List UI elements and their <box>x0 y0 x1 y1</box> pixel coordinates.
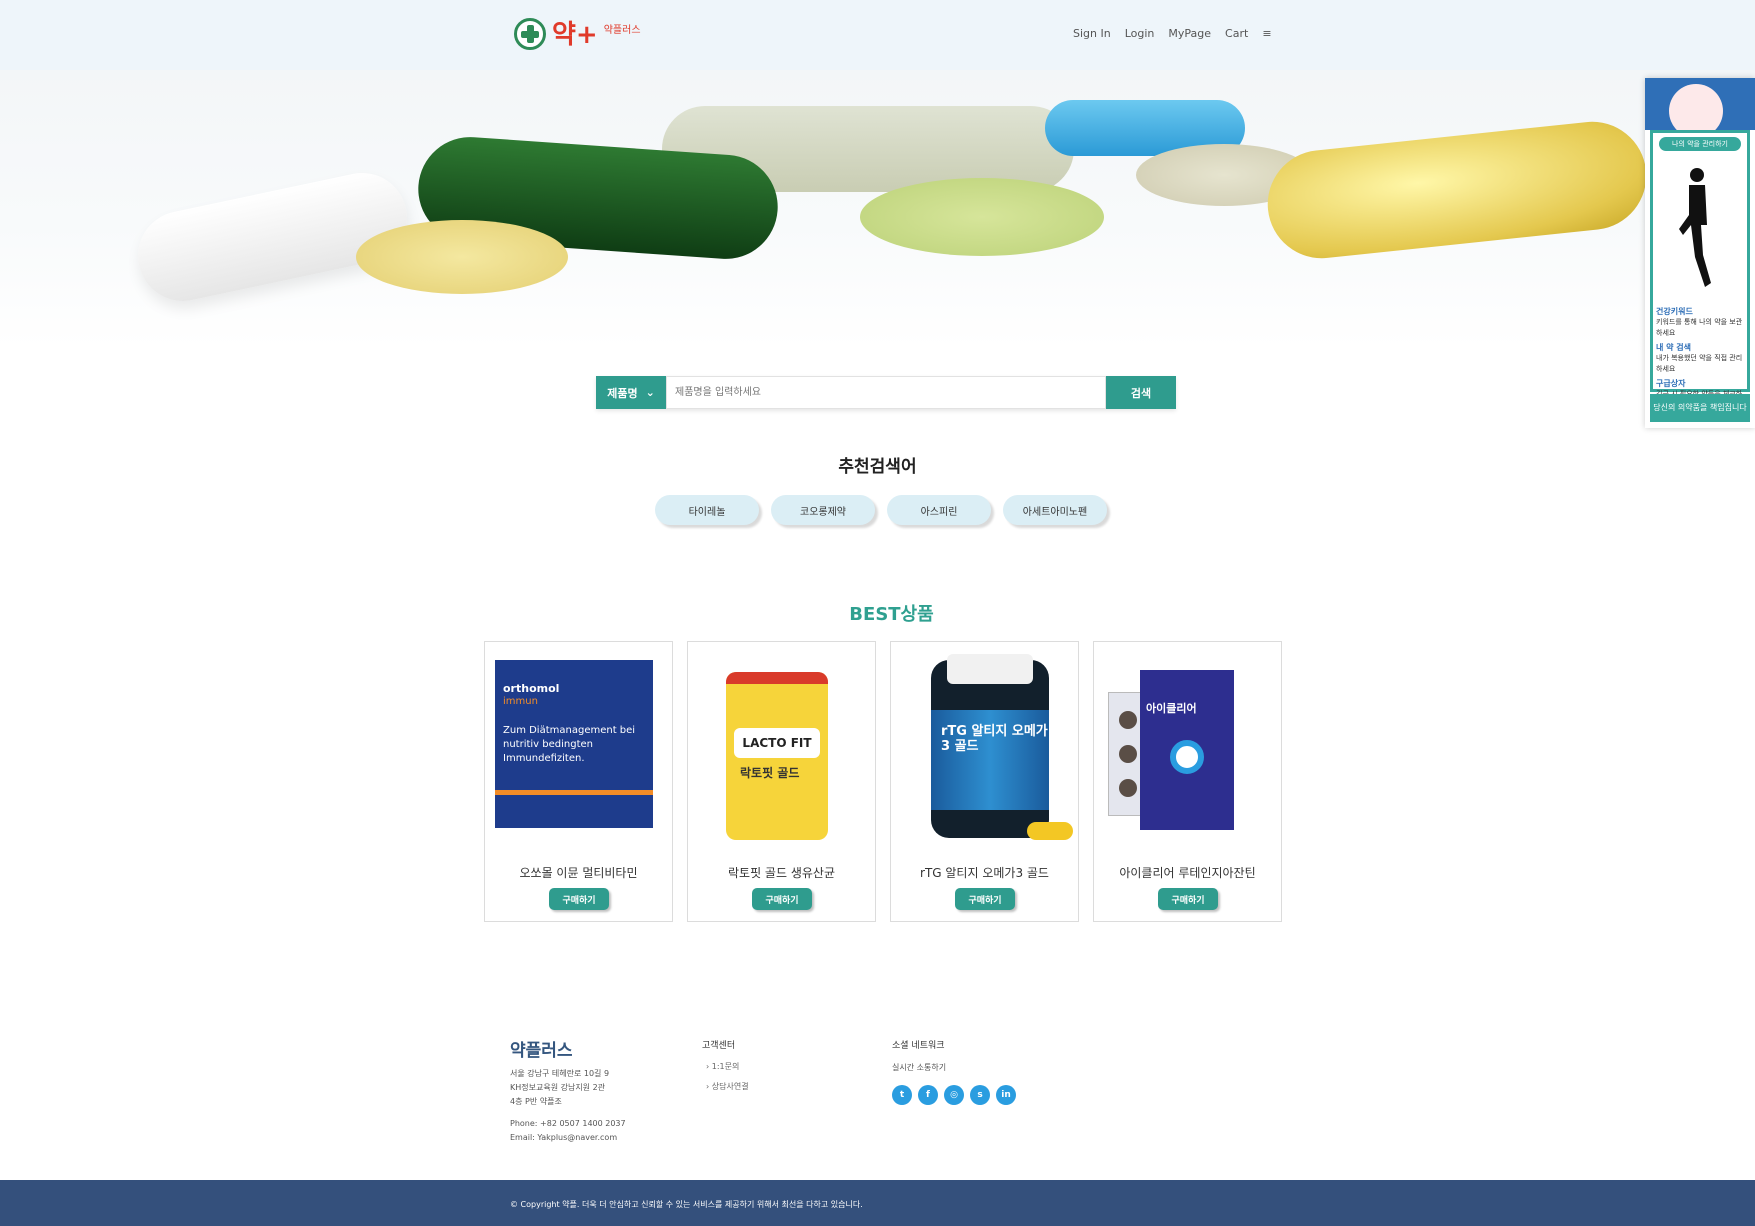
footer-address: KH정보교육원 강남지원 2관 <box>510 1083 606 1092</box>
search-bar: 제품명 ⌄ 검색 <box>596 376 1176 409</box>
product-image[interactable]: orthomol immun Zum Diätmanagement bei nu… <box>491 652 666 828</box>
header: 약+ 약플러스 Sign In Login MyPage Cart ≡ <box>0 0 1755 70</box>
nav-mypage[interactable]: MyPage <box>1168 27 1211 40</box>
product-image[interactable]: 아이클리어 <box>1100 652 1275 830</box>
search-category-select[interactable]: 제품명 ⌄ <box>596 376 666 409</box>
product-name[interactable]: rTG 알티지 오메가3 골드 <box>891 864 1078 881</box>
nav-sign-in[interactable]: Sign In <box>1073 27 1111 40</box>
product-brand: 아이클리어 <box>1146 702 1197 715</box>
product-sub: 락토핏 골드 <box>740 766 800 780</box>
recommend-chip[interactable]: 타이레놀 <box>655 495 759 525</box>
product-image[interactable]: rTG 알티지 오메가3 골드 <box>897 652 1073 840</box>
logo-subtitle: 약플러스 <box>603 25 641 36</box>
footer-cs: 고객센터 › 1:1문의 › 상담사연결 <box>702 1038 749 1101</box>
product-stripe <box>495 790 653 795</box>
footer-link-counselor[interactable]: › 상담사연결 <box>702 1081 749 1092</box>
search-category-label: 제품명 <box>607 386 638 400</box>
footer-address: 서울 강남구 테헤란로 10길 9 <box>510 1069 610 1078</box>
linkedin-icon[interactable]: in <box>996 1085 1016 1105</box>
product-card[interactable]: LACTO FIT 락토핏 골드 락토핏 골드 생유산균 구매하기 <box>687 641 876 922</box>
copyright-text: © Copyright 약플. 더욱 더 안심하고 신뢰할 수 있는 서비스를 … <box>510 1200 863 1209</box>
logo-text: 약+ <box>552 20 598 50</box>
product-card[interactable]: rTG 알티지 오메가3 골드 rTG 알티지 오메가3 골드 구매하기 <box>890 641 1079 922</box>
footer-email: Email: Yakplus@naver.com <box>510 1133 618 1142</box>
best-title: BEST상품 <box>849 604 934 625</box>
nav-cart[interactable]: Cart <box>1225 27 1248 40</box>
facebook-icon[interactable]: f <box>918 1085 938 1105</box>
recommend-chip[interactable]: 코오롱제약 <box>771 495 875 525</box>
hero-tablet <box>860 178 1104 256</box>
top-nav: Sign In Login MyPage Cart ≡ <box>1073 27 1272 40</box>
search-input[interactable] <box>666 376 1106 409</box>
recommend-chips: 타이레놀 코오롱제약 아스피린 아세트아미노펜 <box>655 495 1107 525</box>
buy-button[interactable]: 구매하기 <box>955 888 1015 910</box>
hero-banner <box>0 70 1755 348</box>
product-box-eyeclear: 아이클리어 <box>1140 670 1234 830</box>
menu-icon[interactable]: ≡ <box>1262 27 1271 40</box>
hero-softgel <box>1262 116 1652 264</box>
buy-button[interactable]: 구매하기 <box>1158 888 1218 910</box>
logo-cross-icon <box>514 18 546 50</box>
product-jar-lactofit: LACTO FIT 락토핏 골드 <box>726 672 828 840</box>
skype-icon[interactable]: s <box>970 1085 990 1105</box>
product-list: orthomol immun Zum Diätmanagement bei nu… <box>484 641 1282 922</box>
hero-tablet <box>356 220 568 294</box>
product-box-orthomol: orthomol immun Zum Diätmanagement bei nu… <box>495 660 653 828</box>
footer-social-sub: 실시간 소통하기 <box>892 1063 947 1072</box>
recommend-chip[interactable]: 아세트아미노펜 <box>1003 495 1107 525</box>
footer-cs-title: 고객센터 <box>702 1041 736 1051</box>
footer-company: 약플러스 서울 강남구 테헤란로 10길 9 KH정보교육원 강남지원 2관 4… <box>510 1036 626 1145</box>
footer-link-label: 상담사연결 <box>711 1082 749 1091</box>
side-item-desc: 키워드를 통해 나의 약을 보관하세요 <box>1656 318 1743 337</box>
product-name[interactable]: 락토핏 골드 생유산균 <box>688 864 875 881</box>
side-banner-title: 나의 약을 관리하기 <box>1659 137 1741 151</box>
recommend-title: 추천검색어 <box>838 457 917 477</box>
footer-brand: 약플러스 <box>510 1041 573 1061</box>
product-sub: immun <box>503 696 538 707</box>
side-banner-panel: 나의 약을 관리하기 건강키워드 키워드를 통해 나의 약을 보관하세요 내 약… <box>1650 130 1750 409</box>
twitter-icon[interactable]: t <box>892 1085 912 1105</box>
footer-social-title: 소셜 네트워크 <box>892 1041 945 1051</box>
jar-lid <box>726 672 828 684</box>
search-button[interactable]: 검색 <box>1106 376 1176 409</box>
product-bottle-omega3: rTG 알티지 오메가3 골드 <box>931 654 1073 840</box>
footer-phone: Phone: +82 0507 1400 2037 <box>510 1119 626 1128</box>
copyright-bar: © Copyright 약플. 더욱 더 안심하고 신뢰할 수 있는 서비스를 … <box>0 1180 1755 1226</box>
side-item-title: 구급상자 <box>1656 379 1686 388</box>
footer-link-label: 1:1문의 <box>711 1062 740 1071</box>
side-banner-footer[interactable]: 당신의 의약품을 책임집니다 <box>1650 394 1750 422</box>
side-item-title: 건강키워드 <box>1656 307 1693 316</box>
product-brand: orthomol <box>503 682 560 695</box>
social-icons: t f ◎ s in <box>892 1085 1016 1105</box>
product-card[interactable]: orthomol immun Zum Diätmanagement bei nu… <box>484 641 673 922</box>
product-name[interactable]: 아이클리어 루테인지아잔틴 <box>1094 864 1281 881</box>
footer-address: 4층 P반 약플조 <box>510 1097 562 1106</box>
side-banner[interactable]: 나의 약을 관리하기 건강키워드 키워드를 통해 나의 약을 보관하세요 내 약… <box>1645 78 1755 428</box>
buy-button[interactable]: 구매하기 <box>549 888 609 910</box>
product-card[interactable]: 아이클리어 아이클리어 루테인지아잔틴 구매하기 <box>1093 641 1282 922</box>
softgel-icon <box>1027 822 1073 840</box>
product-desc: Zum Diätmanagement bei nutritiv bedingte… <box>503 725 636 764</box>
side-item-desc: 내가 복용했던 약을 직접 관리하세요 <box>1656 354 1743 373</box>
product-name[interactable]: 오쏘몰 이뮨 멀티비타민 <box>485 864 672 881</box>
runner-figure-icon <box>1679 168 1711 287</box>
eye-icon <box>1170 740 1204 774</box>
product-brand: LACTO FIT <box>734 728 820 758</box>
product-sub: rTG 알티지 오메가3 골드 <box>941 724 1048 754</box>
logo[interactable]: 약+ 약플러스 <box>514 18 641 50</box>
side-item-title: 내 약 검색 <box>1656 343 1692 352</box>
footer-link-inquiry[interactable]: › 1:1문의 <box>702 1061 749 1072</box>
footer-social: 소셜 네트워크 실시간 소통하기 t f ◎ s in <box>892 1038 1016 1105</box>
recommend-chip[interactable]: 아스피린 <box>887 495 991 525</box>
bottle-cap <box>947 654 1033 684</box>
instagram-icon[interactable]: ◎ <box>944 1085 964 1105</box>
nav-login[interactable]: Login <box>1125 27 1155 40</box>
side-banner-top <box>1645 78 1755 138</box>
chevron-down-icon: ⌄ <box>645 386 655 399</box>
buy-button[interactable]: 구매하기 <box>752 888 812 910</box>
product-image[interactable]: LACTO FIT 락토핏 골드 <box>694 652 869 840</box>
